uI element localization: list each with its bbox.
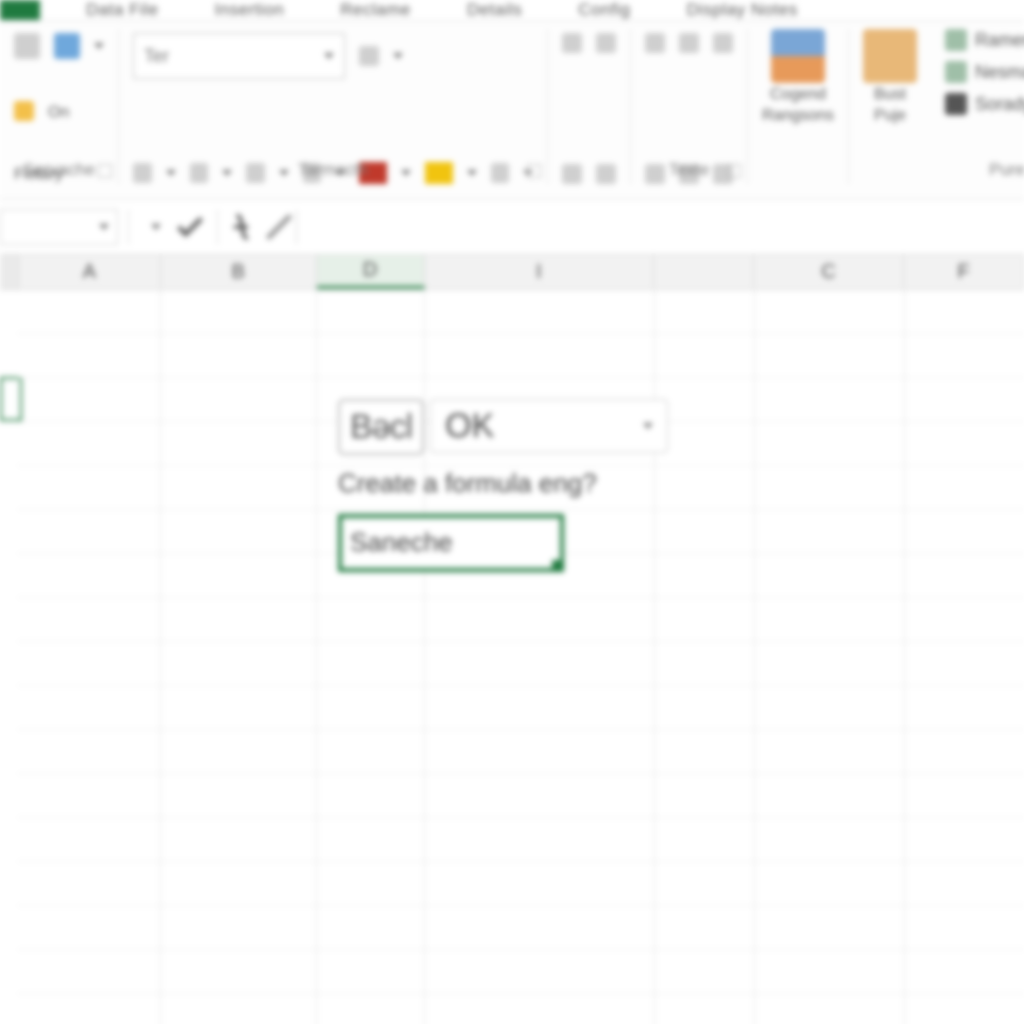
spreadsheet-grid[interactable]: A B D I C F Bəcl OK <box>0 255 1024 1024</box>
paste-big-button[interactable]: Bust Puje <box>863 29 917 125</box>
enter-button[interactable] <box>173 210 207 244</box>
la: Ramertonylan <box>975 30 1024 51</box>
conditional-fmt-button[interactable]: Cogend Rangsons <box>762 29 834 125</box>
tab-config[interactable]: Config <box>578 0 630 20</box>
chevron-down-icon <box>151 224 161 230</box>
paste-icon[interactable] <box>14 101 34 121</box>
col-c[interactable]: C <box>754 255 904 289</box>
formula-bar <box>0 200 1024 255</box>
wrap-icon[interactable] <box>562 164 582 184</box>
sort-icon <box>945 93 967 115</box>
col-d[interactable]: D <box>317 255 425 289</box>
row-header-selected[interactable] <box>0 377 22 421</box>
validation-popup: Bəcl OK Create a formula eng? Saneche <box>338 399 668 572</box>
grow-font-icon[interactable] <box>359 46 379 66</box>
col-a[interactable]: A <box>19 255 161 289</box>
dd-icon[interactable] <box>393 53 403 59</box>
group-right: Pure la <box>931 160 1024 180</box>
name-box[interactable] <box>0 209 118 245</box>
lb: Nesmatlen <box>975 62 1024 83</box>
col-f[interactable]: F <box>904 255 1024 289</box>
dialog-launcher-icon[interactable] <box>98 164 112 178</box>
align-right-icon[interactable] <box>596 33 616 53</box>
tab-display[interactable]: Display Notes <box>686 0 797 20</box>
align-left-icon[interactable] <box>562 33 582 53</box>
p2l2: Puje <box>874 108 906 125</box>
edit-icon[interactable] <box>262 210 296 244</box>
sort-asc-icon[interactable] <box>645 33 665 53</box>
cond-l2: Rangsons <box>762 108 834 125</box>
dialog-launcher-icon[interactable] <box>527 164 541 178</box>
ribbon: On Flotary Servache Ter Tarmacth <box>0 20 1024 200</box>
ribbon-tabs: Data File Insertion Reclame Details Conf… <box>0 0 1024 20</box>
filter-icon[interactable] <box>713 33 733 53</box>
col-i[interactable]: I <box>425 255 654 289</box>
table-icon <box>771 29 825 83</box>
merge-icon[interactable] <box>596 164 616 184</box>
group-font: Tarmacth <box>119 160 547 180</box>
popup-left-box[interactable]: Bəcl <box>338 399 424 455</box>
col-b[interactable]: B <box>161 255 317 289</box>
clipboard-icon <box>863 29 917 83</box>
active-cell[interactable]: Saneche <box>338 514 564 572</box>
font-name-select[interactable]: Ter <box>133 33 345 79</box>
column-headers: A B D I C F <box>0 255 1024 290</box>
link-b[interactable]: Nesmatlen <box>945 61 1024 83</box>
tab-details[interactable]: Details <box>467 0 522 20</box>
tab-reclame[interactable]: Reclame <box>340 0 411 20</box>
font-name: Ter <box>144 46 169 67</box>
chevron-down-icon <box>324 53 334 59</box>
cut-icon[interactable] <box>14 33 40 59</box>
sort-desc-icon[interactable] <box>679 33 699 53</box>
chevron-down-icon <box>643 423 653 429</box>
sheet2-icon <box>945 61 967 83</box>
sheet-icon <box>945 29 967 51</box>
p2l1: Bust <box>874 87 906 104</box>
tab-datafile[interactable]: Data File <box>86 0 159 20</box>
cells-area[interactable]: Bəcl OK Create a formula eng? Saneche <box>18 289 1024 1024</box>
col-blank[interactable] <box>654 255 754 289</box>
dialog-launcher-icon[interactable] <box>727 164 741 178</box>
cond-l1: Cogend <box>770 87 826 104</box>
link-a[interactable]: Ramertonylan <box>945 29 1024 51</box>
select-all[interactable] <box>0 255 19 289</box>
formula-input[interactable] <box>296 210 1024 244</box>
popup-ok-label: OK <box>445 407 494 446</box>
popup-dropdown[interactable]: OK <box>430 399 668 453</box>
lc: Sorady <box>975 94 1024 115</box>
paste-label: On <box>48 105 69 122</box>
fx-button[interactable] <box>228 210 262 244</box>
cancel-button[interactable] <box>139 210 173 244</box>
tab-insertion[interactable]: Insertion <box>215 0 285 20</box>
app-button[interactable] <box>0 0 40 20</box>
chevron-down-icon <box>99 224 109 230</box>
popup-hint: Create a formula eng? <box>338 467 668 500</box>
active-cell-value: Saneche <box>350 527 453 558</box>
link-c[interactable]: Sorady <box>945 93 1024 115</box>
paste-dd-icon[interactable] <box>94 43 104 49</box>
copy-icon[interactable] <box>54 33 80 59</box>
